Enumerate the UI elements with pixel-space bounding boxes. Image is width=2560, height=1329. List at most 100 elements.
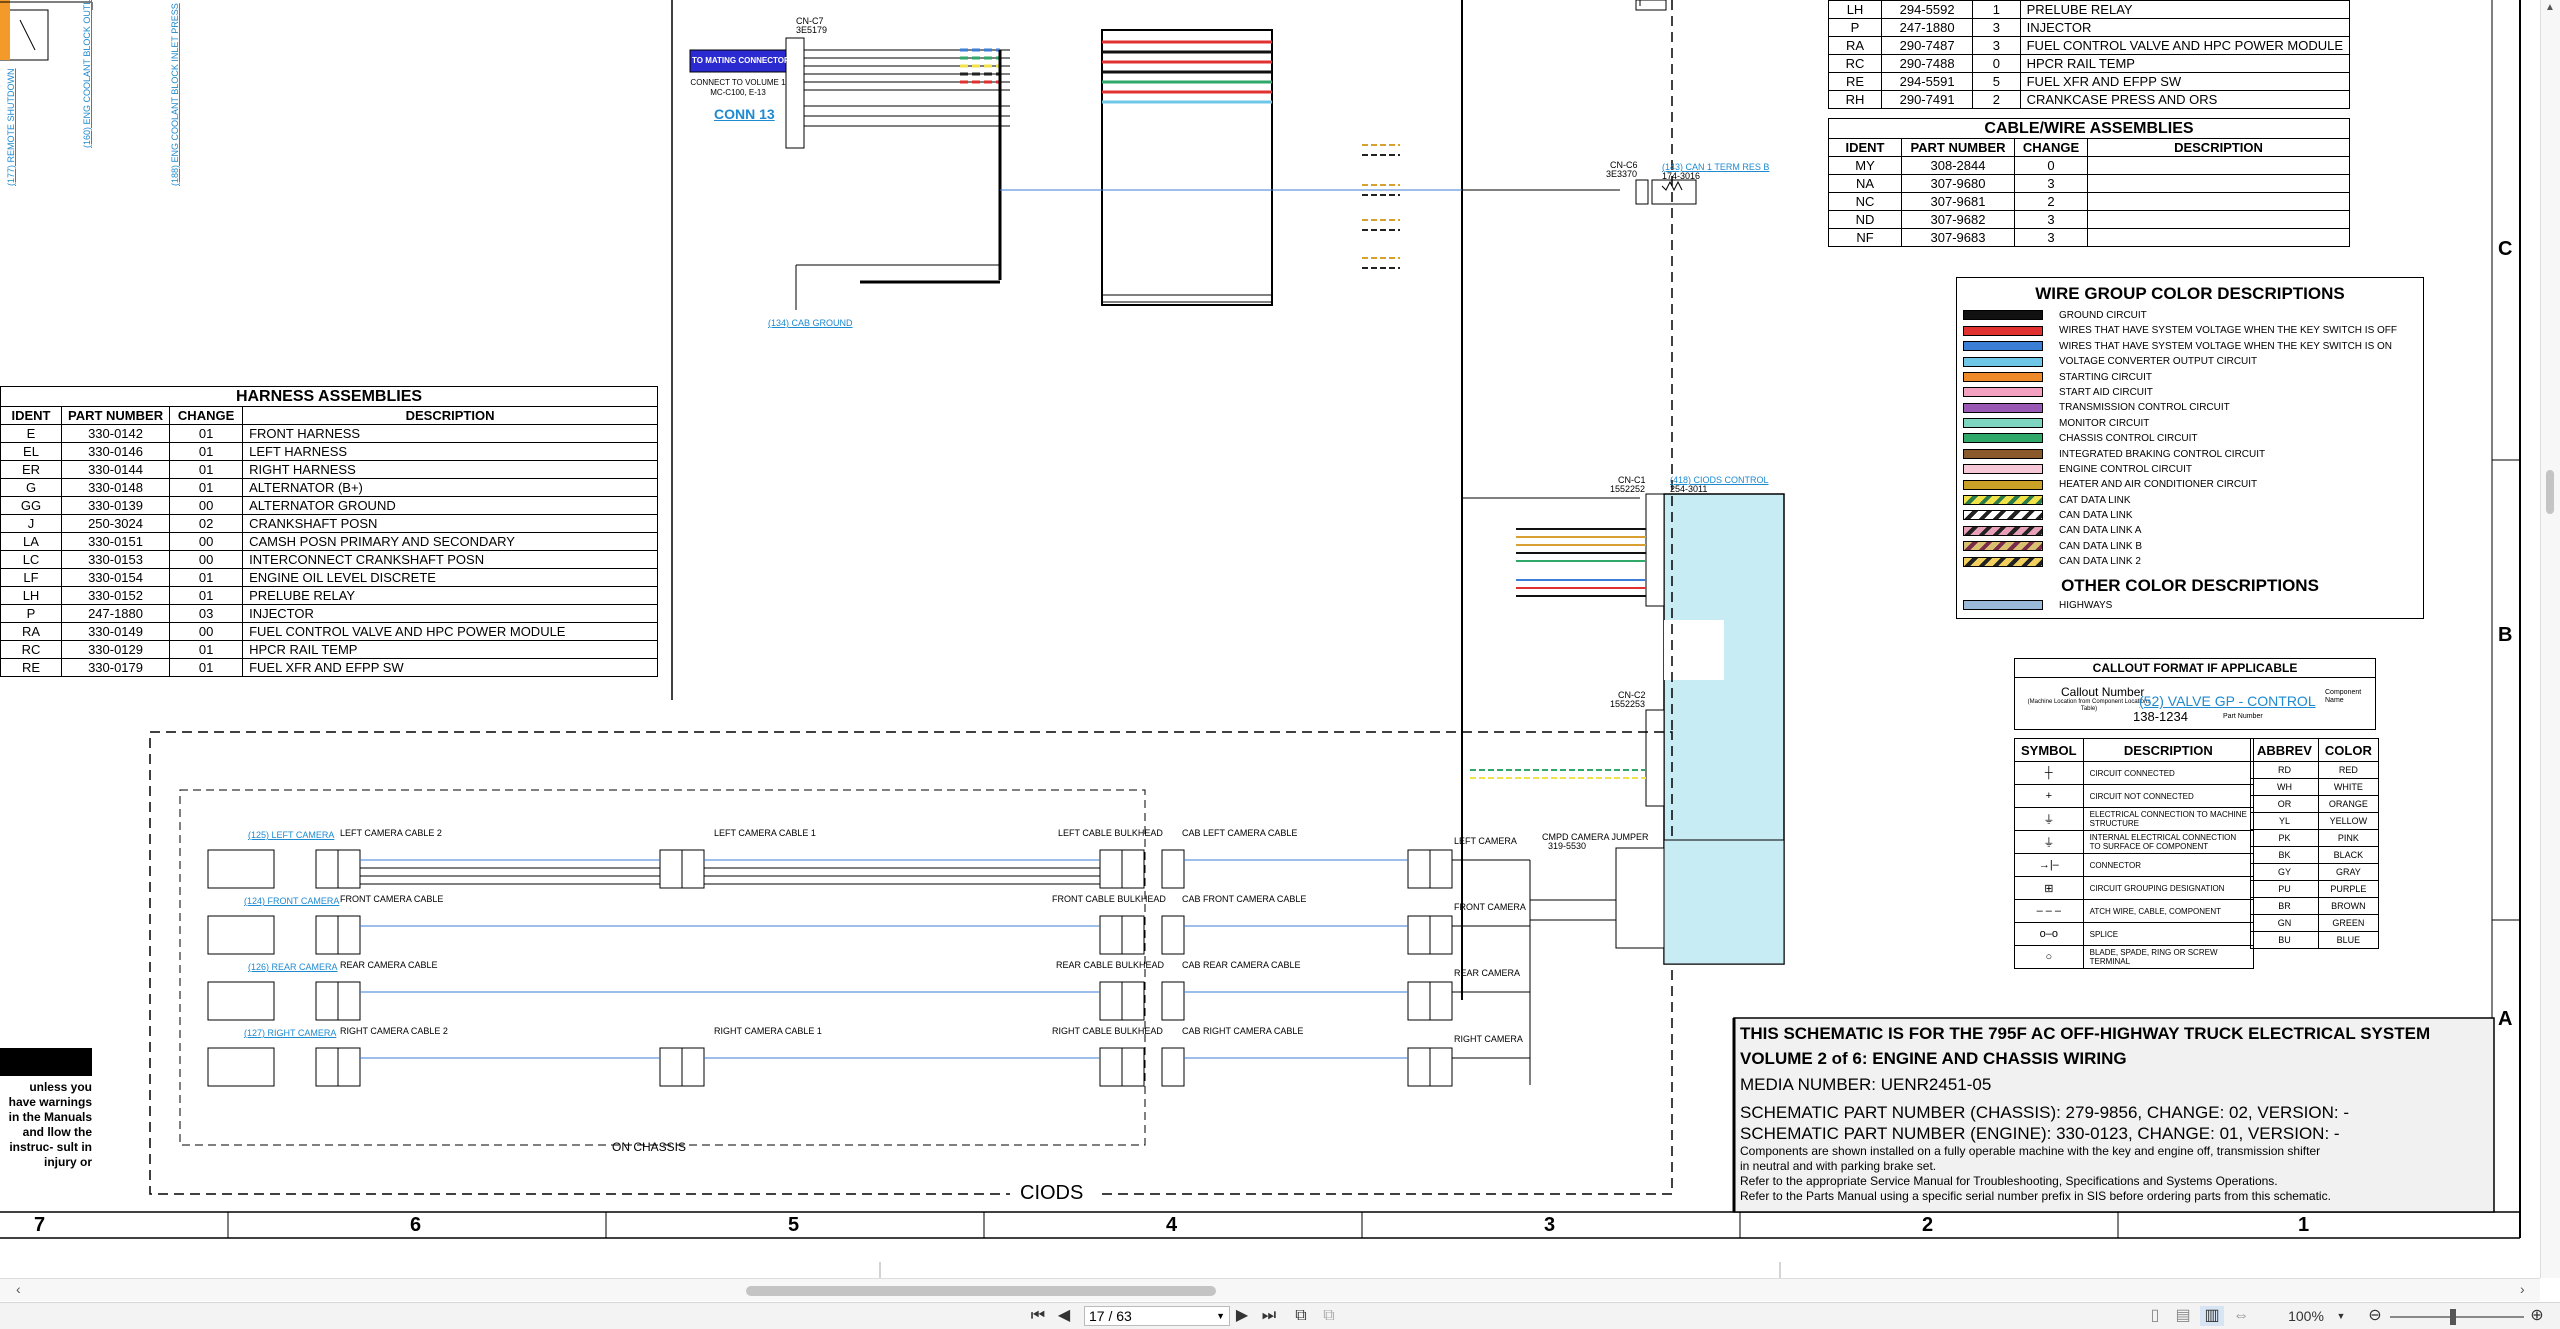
- fit-width-icon[interactable]: ⇔: [2230, 1306, 2252, 1326]
- table-row: NF 307-9683 3: [1828, 228, 2350, 247]
- color-legend-label: HIGHWAYS: [2059, 599, 2113, 611]
- cell-ident: RE: [0, 658, 62, 677]
- zone-number: 2: [1922, 1214, 1934, 1236]
- cell-symbol: ⊞: [2014, 876, 2084, 900]
- table-row: LH 330-0152 01 PRELUBE RELAY: [0, 586, 658, 605]
- color-legend-row: CAN DATA LINK 2: [1957, 554, 2423, 569]
- remote-shutdown-link[interactable]: (177) REMOTE SHUTDOWN: [6, 68, 16, 186]
- cmpd-jumper-part-number: 319-5530: [1548, 841, 1587, 851]
- horizontal-scroll-thumb[interactable]: [746, 1286, 1216, 1296]
- table-row: MY 308-2844 0: [1828, 156, 2350, 175]
- cell-ident: GG: [0, 496, 62, 515]
- single-page-view-icon[interactable]: ▯: [2144, 1306, 2166, 1326]
- eng-coolant-outlet-link[interactable]: (160) ENG COOLANT BLOCK OUTLET: [82, 0, 92, 148]
- cell-change: 0: [2014, 156, 2088, 175]
- col-abbrev: ABBREV: [2250, 738, 2319, 762]
- table-row: LC 330-0153 00 INTERCONNECT CRANKSHAFT POSN: [0, 550, 658, 569]
- table-row: + CIRCUIT NOT CONNECTED: [2014, 784, 2255, 808]
- cell-part-number: 250-3024: [60, 514, 171, 533]
- cnc6-part-number: 3E3370: [1606, 169, 1638, 179]
- continuous-view-icon[interactable]: ▤: [2172, 1306, 2194, 1326]
- col-part-number: PART NUMBER: [60, 406, 171, 425]
- cell-part-number: 307-9680: [1901, 174, 2015, 193]
- callout-example-link[interactable]: (52) VALVE GP - CONTROL: [2139, 693, 2316, 709]
- zoom-slider-handle[interactable]: [2450, 1309, 2456, 1325]
- zoom-dropdown-icon[interactable]: ▼: [2334, 1306, 2348, 1326]
- warning-text: unless you have warnings in the Manuals …: [8, 1080, 92, 1169]
- cell-description: INJECTOR: [2019, 18, 2351, 37]
- zoom-out-icon[interactable]: ⊖: [2364, 1306, 2386, 1326]
- color-legend-label: HEATER AND AIR CONDITIONER CIRCUIT: [2059, 479, 2258, 491]
- callout-number-label: Callout Number: [2061, 685, 2145, 699]
- zoom-slider[interactable]: [2390, 1309, 2524, 1325]
- scroll-up-icon[interactable]: ▲: [2545, 2, 2555, 13]
- cell-symbol: +: [2014, 784, 2084, 808]
- color-legend-row: TRANSMISSION CONTROL CIRCUIT: [1957, 400, 2423, 415]
- cell-symbol: – – –: [2014, 899, 2084, 923]
- front-camera-link[interactable]: (124) FRONT CAMERA: [244, 896, 339, 906]
- vertical-scrollbar[interactable]: ▲: [2540, 0, 2560, 1278]
- color-legend-row: CAN DATA LINK A: [1957, 523, 2423, 538]
- col-description: DESCRIPTION: [242, 406, 658, 425]
- cell-ident: NF: [1828, 228, 1902, 247]
- connect-to-volume-label: CONNECT TO VOLUME 1 MC-C100, E-13: [690, 78, 786, 97]
- cell-description: [2087, 210, 2350, 229]
- mating-connector-label: TO MATING CONNECTOR: [692, 56, 790, 65]
- scroll-right-icon[interactable]: ›: [2520, 1281, 2525, 1297]
- table-row: ER 330-0144 01 RIGHT HARNESS: [0, 460, 658, 479]
- cell-part-number: 330-0154: [60, 568, 171, 587]
- callout-component-name: Component Name: [2325, 689, 2362, 704]
- two-page-view-icon[interactable]: ▥: [2200, 1306, 2224, 1326]
- horizontal-scrollbar[interactable]: ‹ ›: [0, 1278, 2540, 1301]
- cell-symbol: ┼: [2014, 761, 2084, 785]
- cab-front-cam-cable-label: CAB FRONT CAMERA CABLE: [1182, 894, 1307, 904]
- first-page-button[interactable]: ⏮: [1028, 1306, 1048, 1326]
- color-legend-label: WIRES THAT HAVE SYSTEM VOLTAGE WHEN THE …: [2059, 340, 2393, 352]
- table-header-row: ABBREV COLOR: [2250, 738, 2379, 762]
- terminal-icon: ○: [2045, 951, 2053, 963]
- color-legend-label: ENGINE CONTROL CIRCUIT: [2059, 463, 2192, 475]
- cell-change: 3: [2014, 174, 2088, 193]
- conn13-link[interactable]: CONN 13: [714, 106, 775, 122]
- cable-table: IDENT PART NUMBER CHANGE DESCRIPTION MY 3…: [1828, 138, 2350, 247]
- cab-ground-link[interactable]: (134) CAB GROUND: [768, 318, 853, 328]
- cell-symbol: ○: [2014, 945, 2084, 969]
- table-row: BU BLUE: [2250, 931, 2379, 949]
- cell-change: 01: [169, 568, 244, 587]
- cell-part-number: 330-0152: [60, 586, 171, 605]
- cell-part-number: 294-5591: [1881, 72, 1974, 91]
- rotate-view-icon[interactable]: ⧉: [1318, 1306, 1340, 1326]
- cell-description: PRELUBE RELAY: [242, 586, 658, 605]
- title-note: Refer to the Parts Manual using a specif…: [1740, 1189, 2331, 1203]
- table-row: LH 294-5592 1 PRELUBE RELAY: [1827, 0, 2351, 19]
- next-page-button[interactable]: ▶: [1232, 1306, 1252, 1326]
- right-camera-endpoint-label: RIGHT CAMERA: [1454, 1034, 1523, 1044]
- left-camera-link[interactable]: (125) LEFT CAMERA: [248, 830, 334, 840]
- cell-color: BLACK: [2317, 846, 2379, 864]
- color-legend-label: WIRES THAT HAVE SYSTEM VOLTAGE WHEN THE …: [2059, 325, 2398, 337]
- zoom-level[interactable]: 100%: [2280, 1306, 2332, 1326]
- wire-color-title: WIRE GROUP COLOR DESCRIPTIONS: [2035, 284, 2345, 303]
- last-page-button[interactable]: ⏭: [1258, 1306, 1280, 1326]
- zone-letter: A: [2498, 1008, 2513, 1030]
- rear-camera-link[interactable]: (126) REAR CAMERA: [248, 962, 338, 972]
- scroll-left-icon[interactable]: ‹: [16, 1281, 21, 1297]
- color-legend-row: CAN DATA LINK B: [1957, 539, 2423, 554]
- col-color: COLOR: [2317, 738, 2379, 762]
- color-legend-label: INTEGRATED BRAKING CONTROL CIRCUIT: [2059, 448, 2266, 460]
- color-legend-label: CHASSIS CONTROL CIRCUIT: [2059, 433, 2198, 445]
- zoom-in-icon[interactable]: ⊕: [2526, 1306, 2548, 1326]
- color-legend-label: CAN DATA LINK 2: [2059, 556, 2141, 568]
- right-camera-link[interactable]: (127) RIGHT CAMERA: [244, 1028, 336, 1038]
- page-selector[interactable]: 17 / 63 ▼: [1084, 1306, 1230, 1326]
- cell-description: BLADE, SPADE, RING OR SCREW TERMINAL: [2082, 945, 2255, 969]
- color-swatch: [1963, 371, 2043, 382]
- color-swatch: [1963, 464, 2043, 475]
- page-layout-icon[interactable]: ⧉: [1290, 1306, 1312, 1326]
- vertical-scroll-thumb[interactable]: [2546, 470, 2554, 514]
- cell-description: CIRCUIT CONNECTED: [2082, 761, 2255, 785]
- eng-coolant-inlet-link[interactable]: (188) ENG COOLANT BLOCK INLET PRESS: [170, 3, 180, 186]
- table-row: PK PINK: [2250, 829, 2379, 847]
- table-row: WH WHITE: [2250, 778, 2379, 796]
- previous-page-button[interactable]: ◀: [1054, 1306, 1074, 1326]
